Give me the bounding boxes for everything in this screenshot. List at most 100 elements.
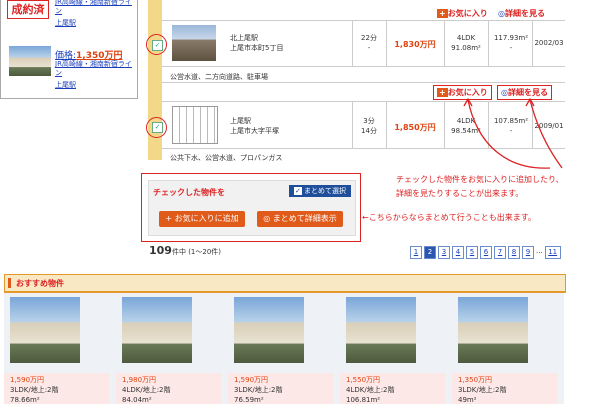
bulk-detail-button[interactable]: ◎ まとめて詳細表示 bbox=[257, 211, 343, 227]
page-8[interactable]: 8 bbox=[508, 246, 520, 259]
note-line: チェックした物件をお気に入りに追加したり、 bbox=[396, 175, 564, 184]
cell-border bbox=[386, 102, 387, 148]
station: 上尾駅 bbox=[230, 117, 251, 125]
recommended-title: おすすめ物件 bbox=[16, 279, 64, 288]
listing-location-1: 北上尾駅 上尾市本町5丁目 bbox=[230, 33, 283, 53]
rec-item-3[interactable]: 1,590万円 3LDK/地上:2階 76.59m² bbox=[228, 293, 338, 404]
rec-spec: 4LDK/地上:2階 bbox=[122, 386, 171, 394]
rec-photo[interactable] bbox=[122, 297, 192, 363]
page-9[interactable]: 9 bbox=[522, 246, 534, 259]
rec-spec: 4LDK/地上:2階 bbox=[346, 386, 395, 394]
rec-item-1[interactable]: 1,590万円 3LDK/地上:2階 78.66m² bbox=[4, 293, 114, 404]
detail-label: 詳細を見る bbox=[507, 88, 548, 97]
detail-label: 詳細を見る bbox=[504, 9, 545, 18]
rec-price: 1,590万円 bbox=[234, 376, 269, 384]
line-link[interactable]: JR高崎線・湘南新宿ライン bbox=[55, 0, 135, 16]
rec-spec: 3LDK/地上:2階 bbox=[234, 386, 283, 394]
address: 上尾市大字平塚 bbox=[230, 127, 279, 135]
count-suffix: 件中 (1〜20件) bbox=[171, 248, 222, 256]
rec-photo[interactable] bbox=[10, 297, 80, 363]
rec-photo[interactable] bbox=[346, 297, 416, 363]
station-link[interactable]: 上尾駅 bbox=[55, 18, 76, 28]
cell-border bbox=[352, 21, 353, 66]
page-11[interactable]: 11 bbox=[544, 246, 561, 259]
select-all-label: まとめて選択 bbox=[304, 187, 347, 195]
walk-minutes-2: 14分 bbox=[361, 127, 377, 135]
page-5[interactable]: 5 bbox=[466, 246, 478, 259]
building-area: 91.08m² bbox=[451, 44, 481, 52]
row-divider bbox=[162, 66, 565, 67]
cell-border bbox=[444, 102, 445, 148]
rec-photo[interactable] bbox=[234, 297, 304, 363]
cell-border bbox=[488, 21, 489, 66]
page-ellipsis: ... bbox=[536, 247, 543, 255]
cell-border bbox=[444, 21, 445, 66]
highlight-circle bbox=[146, 117, 167, 138]
rec-price: 1,980万円 bbox=[122, 376, 157, 384]
detail-button-top[interactable]: ◎詳細を見る bbox=[498, 8, 545, 19]
rec-price: 1,590万円 bbox=[10, 376, 45, 384]
bulk-add-fav-label: お気に入りに追加 bbox=[174, 214, 239, 223]
bulk-title: チェックした物件を bbox=[153, 188, 225, 197]
rec-text: 1,350万円 3LDK/地上:2階 49m² bbox=[458, 375, 507, 405]
fav-label: お気に入り bbox=[447, 9, 488, 18]
count-number: 109 bbox=[149, 244, 172, 257]
listing-photo-1[interactable] bbox=[172, 25, 216, 61]
rec-price: 1,550万円 bbox=[346, 376, 381, 384]
rec-text: 1,980万円 4LDK/地上:2階 84.04m² bbox=[122, 375, 171, 405]
land-area-2: - bbox=[509, 44, 513, 52]
cell-border bbox=[352, 102, 353, 148]
walk-time: 3分 14分 bbox=[356, 116, 382, 136]
bulk-add-fav-button[interactable]: + お気に入りに追加 bbox=[159, 211, 245, 227]
header-marker bbox=[8, 278, 11, 288]
listing-features-1: 公営水道、二方向道路、駐車場 bbox=[170, 73, 268, 81]
fav-button-top[interactable]: + お気に入り bbox=[437, 8, 488, 19]
station-link-2[interactable]: 上尾駅 bbox=[55, 80, 76, 90]
property-thumbnail[interactable] bbox=[9, 46, 51, 76]
rec-item-5[interactable]: 1,350万円 3LDK/地上:2階 49m² bbox=[452, 293, 562, 404]
page-7[interactable]: 7 bbox=[494, 246, 506, 259]
row-divider bbox=[162, 82, 565, 83]
pagination: 1 2 3 4 5 6 7 8 9 ... 11 bbox=[410, 246, 561, 259]
page-4[interactable]: 4 bbox=[452, 246, 464, 259]
built-date: 2002/03 bbox=[534, 39, 564, 47]
rec-text: 1,590万円 3LDK/地上:2階 78.66m² bbox=[10, 375, 59, 405]
annotation-note-1: チェックした物件をお気に入りに追加したり、 詳細を見たりすることが出来ます。 bbox=[396, 173, 564, 201]
note-line: 詳細を見たりすることが出来ます。 bbox=[396, 189, 524, 198]
page-2[interactable]: 2 bbox=[424, 246, 436, 259]
floorplan-image[interactable] bbox=[172, 106, 218, 144]
bulk-action-panel: チェックした物件を ✓ まとめて選択 + お気に入りに追加 ◎ まとめて詳細表示 bbox=[148, 180, 356, 236]
rec-price: 1,350万円 bbox=[458, 376, 493, 384]
page-1[interactable]: 1 bbox=[410, 246, 422, 259]
rec-photo[interactable] bbox=[458, 297, 528, 363]
result-count: 109件中 (1〜20件) bbox=[149, 244, 221, 257]
walk-time: 22分 - bbox=[356, 33, 382, 53]
rec-spec: 3LDK/地上:2階 bbox=[10, 386, 59, 394]
listing-features-2: 公共下水、公営水道、プロパンガス bbox=[170, 154, 283, 162]
station: 北上尾駅 bbox=[230, 34, 258, 42]
recommended-list: 1,590万円 3LDK/地上:2階 78.66m² 1,980万円 4LDK/… bbox=[4, 293, 564, 404]
line-link-2[interactable]: JR高崎線・湘南新宿ライン bbox=[55, 60, 135, 78]
fav-label: お気に入り bbox=[447, 88, 488, 97]
left-panel: 成約済 JR高崎線・湘南新宿ライン 上尾駅 価格:1,350万円 JR高崎線・湘… bbox=[0, 0, 138, 99]
rec-text: 1,590万円 3LDK/地上:2階 76.59m² bbox=[234, 375, 283, 405]
walk-minutes: 3分 bbox=[363, 117, 375, 125]
annotation-note-2: ←こちらからならまとめて行うことも出来ます。 bbox=[362, 213, 536, 222]
layout-cell: 4LDK 91.08m² bbox=[446, 33, 486, 53]
page-3[interactable]: 3 bbox=[438, 246, 450, 259]
listing-location-2: 上尾駅 上尾市大字平塚 bbox=[230, 116, 279, 136]
cell-border bbox=[386, 21, 387, 66]
walk-minutes: 22分 bbox=[361, 34, 377, 42]
listing-price: 1,830万円 bbox=[394, 40, 436, 49]
page-6[interactable]: 6 bbox=[480, 246, 492, 259]
rec-item-4[interactable]: 1,550万円 4LDK/地上:2階 106.81m² bbox=[340, 293, 450, 404]
bulk-detail-label: まとめて詳細表示 bbox=[272, 214, 337, 223]
rec-item-2[interactable]: 1,980万円 4LDK/地上:2階 84.04m² bbox=[116, 293, 226, 404]
rec-text: 1,550万円 4LDK/地上:2階 106.81m² bbox=[346, 375, 395, 405]
listing-row-1: 北上尾駅 上尾市本町5丁目 22分 - 1,830万円 4LDK 91.08m²… bbox=[162, 21, 565, 66]
rec-spec: 3LDK/地上:2階 bbox=[458, 386, 507, 394]
address: 上尾市本町5丁目 bbox=[230, 44, 284, 52]
land-area-cell: 117.93m² - bbox=[490, 33, 532, 53]
select-all-button[interactable]: ✓ まとめて選択 bbox=[289, 185, 351, 197]
highlight-circle bbox=[146, 34, 167, 55]
